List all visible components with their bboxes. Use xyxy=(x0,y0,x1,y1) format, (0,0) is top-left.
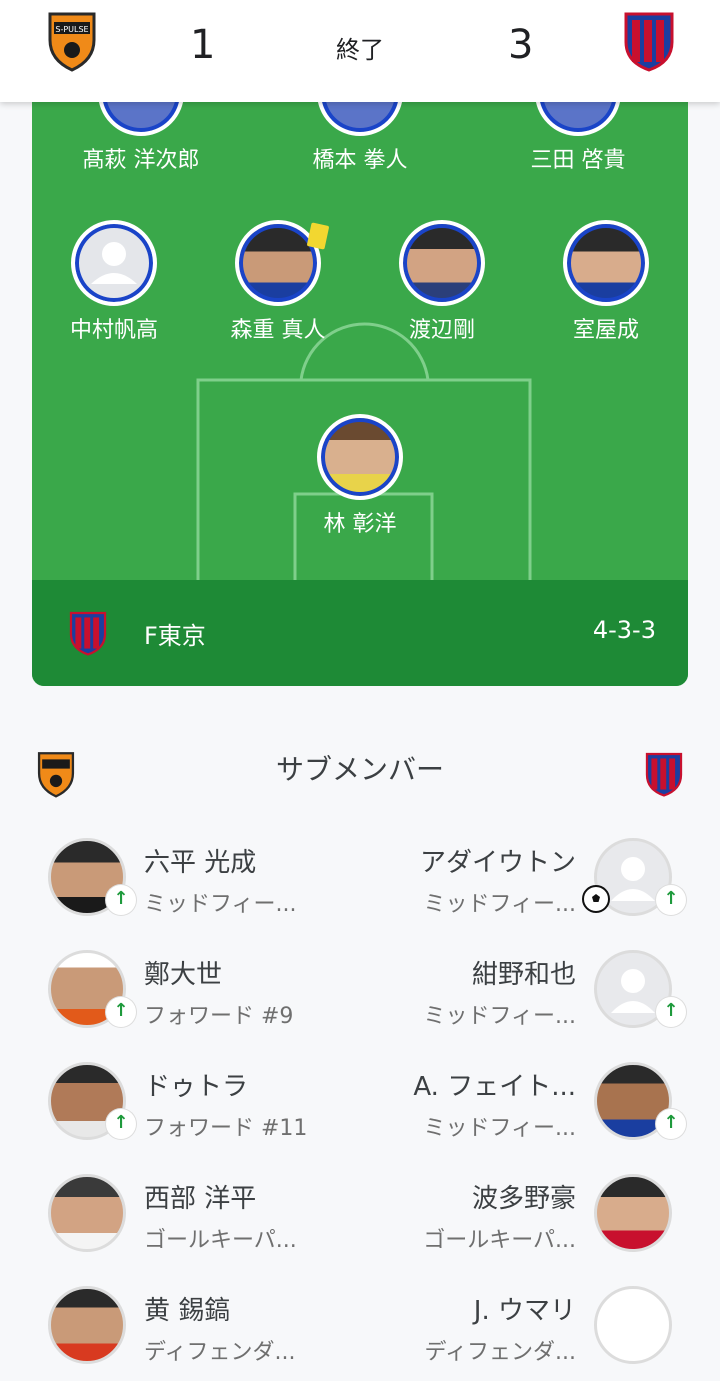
player-name: A. フェイト... xyxy=(413,1072,576,1102)
player-name: 橋本 拳人 xyxy=(312,148,408,173)
yellow-card-icon xyxy=(306,222,330,250)
player-name: 紺野和也 xyxy=(471,960,576,990)
player-name: 波多野豪 xyxy=(471,1184,576,1214)
player-name: 渡辺剛 xyxy=(408,318,475,343)
player-name: ドゥトラ xyxy=(144,1072,249,1102)
player-avatar xyxy=(563,220,649,306)
sub-in-arrow-icon: ↑ xyxy=(106,997,136,1027)
player-name: J. ウマリ xyxy=(473,1296,576,1326)
player-role: フォワード #11 xyxy=(144,1116,308,1141)
sub-in-arrow-icon: ↑ xyxy=(656,997,686,1027)
player-name: 六平 光成 xyxy=(144,848,257,878)
sub-player-away[interactable]: J. ウマリ ディフェンダ... xyxy=(358,1286,688,1366)
player-name: 室屋成 xyxy=(572,318,639,343)
player-avatar xyxy=(594,1174,672,1252)
fc-tokyo-crest-icon xyxy=(68,610,108,660)
player-avatar xyxy=(535,102,621,136)
player-avatar xyxy=(98,102,184,136)
sub-player-home[interactable]: ↑ 鄭大世 フォワード #9 xyxy=(32,950,362,1030)
player-name: アダイウトン xyxy=(419,848,576,878)
pitch-player[interactable]: 橋本 拳人 xyxy=(270,102,450,174)
sub-player-home[interactable]: 黄 錫鎬 ディフェンダ... xyxy=(32,1286,362,1366)
sub-in-arrow-icon: ↑ xyxy=(656,885,686,915)
lineup-pitch: 髙萩 洋次郎 橋本 拳人 三田 啓貴 中村帆高 森重 真人 渡辺剛 室屋成 林 … xyxy=(32,102,688,686)
pitch-player[interactable]: 林 彰洋 xyxy=(270,414,450,538)
sub-player-home[interactable]: 西部 洋平 ゴールキーパ... xyxy=(32,1174,362,1254)
pitch-player[interactable]: 髙萩 洋次郎 xyxy=(51,102,231,174)
sub-player-away[interactable]: ↑ 紺野和也 ミッドフィー... xyxy=(358,950,688,1030)
team-bar: F東京 4-3-3 xyxy=(32,580,688,686)
sub-player-home[interactable]: ↑ ドゥトラ フォワード #11 xyxy=(32,1062,362,1142)
player-role: ミッドフィー... xyxy=(144,892,297,917)
player-role: ゴールキーパ... xyxy=(144,1228,297,1253)
pitch-player[interactable]: 室屋成 xyxy=(516,220,688,344)
player-role: ミッドフィー... xyxy=(423,1116,576,1141)
player-avatar xyxy=(399,220,485,306)
sub-in-arrow-icon: ↑ xyxy=(656,1109,686,1139)
sub-player-away[interactable]: ↑ アダイウトン ミッドフィー... xyxy=(358,838,688,918)
player-name: 森重 真人 xyxy=(230,318,326,343)
sub-in-arrow-icon: ↑ xyxy=(106,1109,136,1139)
away-score: 3 xyxy=(508,22,534,68)
player-avatar xyxy=(235,220,321,306)
player-role: ディフェンダ... xyxy=(144,1340,296,1365)
player-name: 林 彰洋 xyxy=(323,512,397,537)
pitch-player[interactable]: 森重 真人 xyxy=(188,220,368,344)
sub-player-away[interactable]: 波多野豪 ゴールキーパ... xyxy=(358,1174,688,1254)
goal-ball-icon xyxy=(582,885,610,913)
pitch-player[interactable]: 中村帆高 xyxy=(32,220,204,344)
player-role: ミッドフィー... xyxy=(423,892,576,917)
player-name: 三田 啓貴 xyxy=(530,148,626,173)
formation: 4-3-3 xyxy=(592,616,656,644)
sub-player-home[interactable]: ↑ 六平 光成 ミッドフィー... xyxy=(32,838,362,918)
fc-tokyo-crest-icon xyxy=(644,750,684,802)
player-role: フォワード #9 xyxy=(144,1004,294,1029)
fc-tokyo-crest-icon[interactable] xyxy=(622,10,676,76)
sub-player-away[interactable]: ↑ A. フェイト... ミッドフィー... xyxy=(358,1062,688,1142)
player-name: 西部 洋平 xyxy=(144,1184,257,1214)
match-status: 終了 xyxy=(336,36,384,64)
player-avatar xyxy=(48,1286,126,1364)
player-name: 中村帆高 xyxy=(69,318,158,343)
team-name: F東京 xyxy=(144,622,206,650)
player-avatar xyxy=(317,102,403,136)
pitch-player[interactable]: 三田 啓貴 xyxy=(488,102,668,174)
player-role: ディフェンダ... xyxy=(424,1340,576,1365)
player-name: 黄 錫鎬 xyxy=(144,1296,231,1326)
player-role: ゴールキーパ... xyxy=(423,1228,576,1253)
default-avatar-icon xyxy=(71,220,157,306)
player-role: ミッドフィー... xyxy=(423,1004,576,1029)
subs-title: サブメンバー xyxy=(275,753,444,786)
player-avatar xyxy=(594,1286,672,1364)
sub-in-arrow-icon: ↑ xyxy=(106,885,136,915)
match-header: S-PULSE 1 終了 3 xyxy=(0,0,720,102)
player-name: 髙萩 洋次郎 xyxy=(82,148,200,173)
player-avatar xyxy=(48,1174,126,1252)
player-avatar xyxy=(317,414,403,500)
pitch-player[interactable]: 渡辺剛 xyxy=(352,220,532,344)
player-name: 鄭大世 xyxy=(144,960,223,990)
